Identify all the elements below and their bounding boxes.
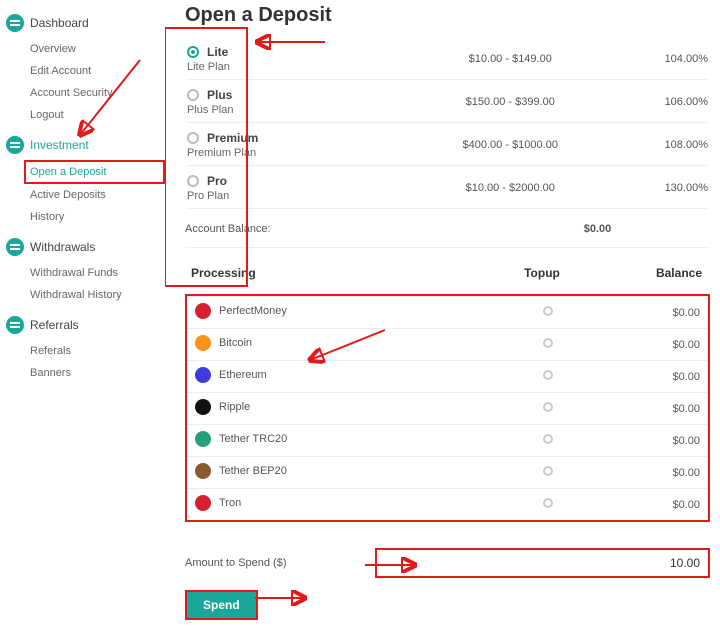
processing-row[interactable]: Tether BEP20 $0.00 bbox=[187, 457, 708, 489]
plan-range: $10.00 - $2000.00 bbox=[403, 182, 619, 194]
coin-balance: $0.00 bbox=[608, 425, 708, 457]
plan-range: $10.00 - $149.00 bbox=[403, 53, 619, 65]
menu-icon bbox=[6, 316, 24, 334]
plan-rate: 106.00% bbox=[618, 96, 708, 108]
nav-item-history[interactable]: History bbox=[30, 206, 165, 228]
plan-range: $400.00 - $1000.00 bbox=[403, 139, 619, 151]
nav-item-edit-account[interactable]: Edit Account bbox=[30, 60, 165, 82]
plan-radio[interactable] bbox=[187, 175, 199, 187]
plan-rate: 108.00% bbox=[618, 139, 708, 151]
processing-header-name: Processing bbox=[191, 266, 482, 280]
processing-row[interactable]: PerfectMoney $0.00 bbox=[187, 297, 708, 329]
nav-item-active-deposits[interactable]: Active Deposits bbox=[30, 184, 165, 206]
coin-name: Ethereum bbox=[219, 369, 267, 381]
page-title: Open a Deposit bbox=[185, 4, 710, 27]
nav-item-logout[interactable]: Logout bbox=[30, 104, 165, 126]
plan-range: $150.00 - $399.00 bbox=[403, 96, 619, 108]
plan-desc: Lite Plan bbox=[187, 61, 403, 73]
nav-section-withdrawals[interactable]: Withdrawals bbox=[4, 232, 165, 262]
account-balance-value: $0.00 bbox=[485, 223, 710, 235]
coin-icon bbox=[195, 495, 211, 511]
amount-input[interactable] bbox=[375, 548, 710, 578]
nav-item-withdrawal-history[interactable]: Withdrawal History bbox=[30, 284, 165, 306]
plan-name: Pro bbox=[207, 174, 227, 188]
coin-balance: $0.00 bbox=[608, 361, 708, 393]
nav-item-open-a-deposit[interactable]: Open a Deposit bbox=[24, 160, 165, 184]
main-content: Open a Deposit Lite Lite Plan$10.00 - $14… bbox=[165, 0, 720, 640]
processing-row[interactable]: Ripple $0.00 bbox=[187, 393, 708, 425]
plan-row-plus[interactable]: Plus Plus Plan$150.00 - $399.00106.00% bbox=[187, 80, 708, 123]
coin-balance: $0.00 bbox=[608, 297, 708, 329]
plan-rate: 130.00% bbox=[618, 182, 708, 194]
nav-section-referrals[interactable]: Referrals bbox=[4, 310, 165, 340]
account-balance-label: Account Balance: bbox=[185, 223, 485, 235]
coin-icon bbox=[195, 431, 211, 447]
amount-label: Amount to Spend ($) bbox=[185, 557, 375, 569]
nav-item-overview[interactable]: Overview bbox=[30, 38, 165, 60]
coin-name: Bitcoin bbox=[219, 337, 252, 349]
processing-row[interactable]: Tron $0.00 bbox=[187, 489, 708, 521]
nav-section-label: Dashboard bbox=[30, 16, 89, 30]
nav-section-investment[interactable]: Investment bbox=[4, 130, 165, 160]
coin-name: PerfectMoney bbox=[219, 305, 287, 317]
coin-icon bbox=[195, 367, 211, 383]
plan-radio[interactable] bbox=[187, 132, 199, 144]
processing-row[interactable]: Tether TRC20 $0.00 bbox=[187, 425, 708, 457]
topup-radio[interactable] bbox=[543, 466, 553, 476]
nav-item-withdrawal-funds[interactable]: Withdrawal Funds bbox=[30, 262, 165, 284]
nav-item-banners[interactable]: Banners bbox=[30, 362, 165, 384]
topup-radio[interactable] bbox=[543, 498, 553, 508]
spend-button[interactable]: Spend bbox=[185, 590, 258, 620]
menu-icon bbox=[6, 238, 24, 256]
topup-radio[interactable] bbox=[543, 338, 553, 348]
coin-icon bbox=[195, 463, 211, 479]
plan-desc: Pro Plan bbox=[187, 190, 403, 202]
menu-icon bbox=[6, 136, 24, 154]
plan-desc: Plus Plan bbox=[187, 104, 403, 116]
processing-row[interactable]: Bitcoin $0.00 bbox=[187, 329, 708, 361]
menu-icon bbox=[6, 14, 24, 32]
coin-icon bbox=[195, 303, 211, 319]
nav-section-label: Referrals bbox=[30, 318, 79, 332]
nav-section-label: Investment bbox=[30, 138, 89, 152]
nav-section-label: Withdrawals bbox=[30, 240, 95, 254]
nav-item-referals[interactable]: Referals bbox=[30, 340, 165, 362]
processing-table-wrap: PerfectMoney $0.00 Bitcoin $0.00 Ethereum $0.… bbox=[185, 294, 710, 522]
plan-name: Premium bbox=[207, 131, 258, 145]
plan-list: Lite Lite Plan$10.00 - $149.00104.00% Plus… bbox=[185, 35, 710, 211]
coin-balance: $0.00 bbox=[608, 457, 708, 489]
nav-section-dashboard[interactable]: Dashboard bbox=[4, 8, 165, 38]
processing-header-balance: Balance bbox=[602, 266, 702, 280]
topup-radio[interactable] bbox=[543, 370, 553, 380]
coin-name: Tron bbox=[219, 497, 241, 509]
coin-name: Ripple bbox=[219, 401, 250, 413]
sidebar: Dashboard OverviewEdit AccountAccount Sec… bbox=[0, 0, 165, 640]
topup-radio[interactable] bbox=[543, 434, 553, 444]
processing-row[interactable]: Ethereum $0.00 bbox=[187, 361, 708, 393]
plan-desc: Premium Plan bbox=[187, 147, 403, 159]
processing-header-topup: Topup bbox=[482, 266, 602, 280]
plan-row-pro[interactable]: Pro Pro Plan$10.00 - $2000.00130.00% bbox=[187, 166, 708, 209]
coin-balance: $0.00 bbox=[608, 393, 708, 425]
processing-header-row: Processing Topup Balance bbox=[185, 258, 710, 286]
nav-item-account-security[interactable]: Account Security bbox=[30, 82, 165, 104]
plan-name: Lite bbox=[207, 45, 228, 59]
coin-icon bbox=[195, 399, 211, 415]
plan-name: Plus bbox=[207, 88, 232, 102]
plan-row-premium[interactable]: Premium Premium Plan$400.00 - $1000.00108… bbox=[187, 123, 708, 166]
processing-table: PerfectMoney $0.00 Bitcoin $0.00 Ethereum $0.… bbox=[187, 296, 708, 520]
coin-balance: $0.00 bbox=[608, 329, 708, 361]
plan-rate: 104.00% bbox=[618, 53, 708, 65]
coin-icon bbox=[195, 335, 211, 351]
coin-name: Tether BEP20 bbox=[219, 465, 287, 477]
topup-radio[interactable] bbox=[543, 306, 553, 316]
plan-radio[interactable] bbox=[187, 89, 199, 101]
amount-row: Amount to Spend ($) bbox=[185, 548, 710, 578]
topup-radio[interactable] bbox=[543, 402, 553, 412]
plan-row-lite[interactable]: Lite Lite Plan$10.00 - $149.00104.00% bbox=[187, 37, 708, 80]
coin-name: Tether TRC20 bbox=[219, 433, 287, 445]
coin-balance: $0.00 bbox=[608, 489, 708, 521]
plan-radio[interactable] bbox=[187, 46, 199, 58]
account-balance-row: Account Balance: $0.00 bbox=[185, 211, 710, 248]
